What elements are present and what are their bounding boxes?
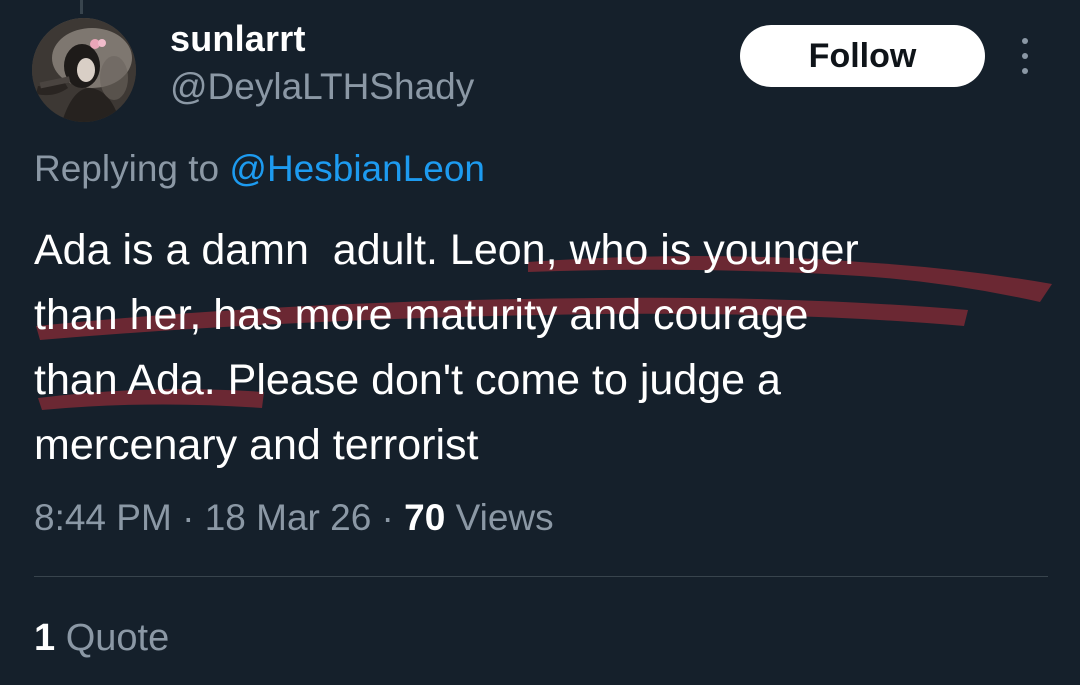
tweet-text-line: mercenary and terrorist bbox=[34, 421, 479, 469]
author-handle[interactable]: @DeylaLTHShady bbox=[170, 66, 474, 108]
divider bbox=[34, 576, 1048, 577]
more-vertical-icon[interactable] bbox=[1010, 38, 1040, 74]
tweet-meta: 8:44 PM · 18 Mar 26 · 70 Views bbox=[34, 497, 554, 539]
tweet-card: sunlarrt @DeylaLTHShady Follow Replying … bbox=[0, 0, 1080, 685]
more-dot bbox=[1022, 38, 1028, 44]
replying-to-label: Replying to bbox=[34, 148, 230, 189]
quote-count: 1 bbox=[34, 617, 56, 659]
avatar[interactable] bbox=[32, 18, 136, 122]
tweet-time[interactable]: 8:44 PM bbox=[34, 497, 172, 538]
tweet-text-line: Ada is a damn adult. Leon, who is younge… bbox=[34, 226, 859, 274]
avatar-image bbox=[32, 18, 136, 122]
reply-mention-link[interactable]: @HesbianLeon bbox=[229, 148, 485, 189]
follow-button[interactable]: Follow bbox=[740, 25, 985, 87]
meta-separator: · bbox=[371, 497, 405, 538]
tweet-date[interactable]: 18 Mar 26 bbox=[205, 497, 372, 538]
tweet-text-line: than Ada. Please don't come to judge a bbox=[34, 356, 781, 404]
author-display-name[interactable]: sunlarrt bbox=[170, 18, 306, 60]
more-dot bbox=[1022, 53, 1028, 59]
views-count: 70 bbox=[404, 497, 446, 538]
meta-separator: · bbox=[171, 497, 205, 538]
views-label: Views bbox=[445, 497, 554, 538]
more-dot bbox=[1022, 68, 1028, 74]
tweet-text: Ada is a damn adult. Leon, who is younge… bbox=[34, 218, 1054, 478]
tweet-text-line: than her, has more maturity and courage bbox=[34, 291, 809, 339]
quote-count-link[interactable]: 1 Quote bbox=[34, 617, 169, 660]
thread-connector-line bbox=[80, 0, 83, 14]
quote-label: Quote bbox=[55, 617, 170, 659]
replying-to: Replying to @HesbianLeon bbox=[34, 148, 485, 190]
